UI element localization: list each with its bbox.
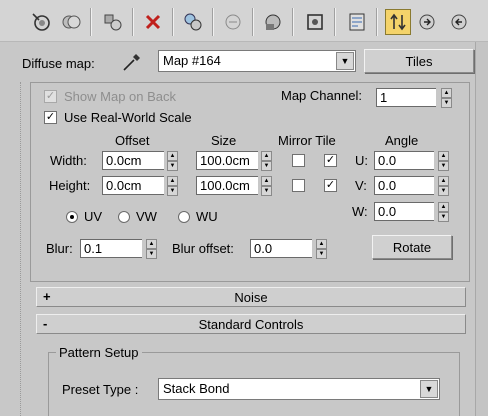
noise-rollout[interactable]: + Noise xyxy=(36,287,466,307)
w-angle-spinner[interactable]: ▲ ▼ xyxy=(438,202,449,222)
put-to-scene-button[interactable] xyxy=(58,9,84,35)
preset-type-value: Stack Bond xyxy=(163,381,230,396)
noise-rollout-title: Noise xyxy=(234,290,268,305)
height-size-spinner[interactable]: ▲ ▼ xyxy=(261,176,272,196)
put-to-library-button[interactable] xyxy=(220,9,246,35)
width-label: Width: xyxy=(50,153,87,168)
map-channel-spinner[interactable]: ▲ ▼ xyxy=(441,88,452,108)
real-world-scale-label: Use Real-World Scale xyxy=(64,110,192,125)
material-id-icon xyxy=(265,14,281,30)
map-channel-label: Map Channel: xyxy=(281,88,362,103)
angle-header: Angle xyxy=(385,133,419,148)
show-shaded-button[interactable] xyxy=(302,9,328,35)
blur-offset-field[interactable]: 0.0 xyxy=(250,239,312,258)
chevron-down-icon[interactable]: ▼ xyxy=(420,380,438,398)
tile-v-checkbox[interactable]: ✓ xyxy=(324,179,337,192)
preset-type-label: Preset Type : xyxy=(62,382,139,397)
uv-radio-label: UV xyxy=(84,209,103,224)
tile-u-checkbox[interactable]: ✓ xyxy=(324,154,337,167)
go-sibling-button[interactable] xyxy=(446,9,472,35)
map-name-field[interactable]: Map #164 ▼ xyxy=(158,50,356,72)
mirror-u-checkbox[interactable] xyxy=(292,154,305,167)
make-unique-button[interactable] xyxy=(180,9,206,35)
panel-scrollbar[interactable] xyxy=(475,42,488,416)
v-angle-spinner[interactable]: ▲ ▼ xyxy=(438,176,449,196)
uv-radio[interactable] xyxy=(66,211,78,223)
reset-map-button[interactable] xyxy=(140,9,166,35)
map-channel-field[interactable]: 1 xyxy=(376,88,436,107)
material-editor-toolbar xyxy=(0,0,488,42)
preset-type-dropdown[interactable]: Stack Bond ▼ xyxy=(158,378,440,400)
vw-radio-label: VW xyxy=(136,209,157,224)
pattern-setup-title: Pattern Setup xyxy=(56,345,142,360)
map-name-value: Map #164 xyxy=(163,53,221,68)
blur-offset-spinner[interactable]: ▲ ▼ xyxy=(316,239,327,259)
show-shaded-icon xyxy=(307,14,323,30)
real-world-scale-checkbox[interactable]: ✓ xyxy=(44,111,57,124)
show-map-on-back-label: Show Map on Back xyxy=(64,89,177,104)
w-angle-field[interactable]: 0.0 xyxy=(374,202,434,221)
sample-uv-icon xyxy=(32,13,50,31)
map-type-button[interactable]: Tiles xyxy=(364,49,474,73)
u-angle-field[interactable]: 0.0 xyxy=(374,151,434,170)
height-offset-field[interactable]: 0.0cm xyxy=(102,176,164,195)
v-angle-field[interactable]: 0.0 xyxy=(374,176,434,195)
go-forward-icon xyxy=(419,14,435,30)
blur-offset-label: Blur offset: xyxy=(172,241,234,256)
standard-controls-rollout[interactable]: - Standard Controls xyxy=(36,314,466,334)
show-end-result-icon xyxy=(349,13,365,31)
u-angle-label: U: xyxy=(355,153,368,168)
width-size-spinner[interactable]: ▲ ▼ xyxy=(261,151,272,171)
material-id-button[interactable] xyxy=(260,9,286,35)
assign-to-selection-button[interactable] xyxy=(100,9,126,35)
offset-header: Offset xyxy=(115,133,150,148)
put-to-scene-icon xyxy=(62,15,81,29)
put-to-library-icon xyxy=(225,14,241,30)
go-forward-button[interactable] xyxy=(414,9,440,35)
reset-map-icon xyxy=(145,14,161,30)
go-to-parent-button[interactable] xyxy=(385,9,411,35)
w-angle-label: W: xyxy=(352,204,368,219)
height-label: Height: xyxy=(49,178,91,193)
rotate-button[interactable]: Rotate xyxy=(372,235,452,259)
u-angle-spinner[interactable]: ▲ ▼ xyxy=(438,151,449,171)
wu-radio-label: WU xyxy=(196,209,218,224)
v-angle-label: V: xyxy=(355,178,367,193)
blur-field[interactable]: 0.1 xyxy=(80,239,142,258)
blur-spinner[interactable]: ▲ ▼ xyxy=(146,239,157,259)
size-header: Size xyxy=(211,133,237,148)
mirror-v-checkbox[interactable] xyxy=(292,179,305,192)
eyedropper-icon xyxy=(123,54,140,71)
blur-label: Blur: xyxy=(46,241,73,256)
mirror-tile-header: Mirror Tile xyxy=(278,133,336,148)
height-offset-spinner[interactable]: ▲ ▼ xyxy=(167,176,178,196)
go-to-parent-icon xyxy=(390,13,406,31)
width-offset-spinner[interactable]: ▲ ▼ xyxy=(167,151,178,171)
vw-radio[interactable] xyxy=(118,211,130,223)
assign-to-selection-icon xyxy=(104,14,122,31)
sample-uv-button[interactable] xyxy=(28,9,54,35)
eyedropper-button[interactable] xyxy=(120,50,144,74)
show-end-result-button[interactable] xyxy=(344,9,370,35)
standard-controls-title: Standard Controls xyxy=(198,317,304,332)
go-sibling-icon xyxy=(451,14,467,30)
make-unique-icon xyxy=(184,13,202,31)
chevron-down-icon[interactable]: ▼ xyxy=(336,52,354,70)
width-size-field[interactable]: 100.0cm xyxy=(196,151,258,170)
width-offset-field[interactable]: 0.0cm xyxy=(102,151,164,170)
wu-radio[interactable] xyxy=(178,211,190,223)
height-size-field[interactable]: 100.0cm xyxy=(196,176,258,195)
diffuse-map-label: Diffuse map: xyxy=(22,56,95,71)
show-map-on-back-checkbox[interactable]: ✓ xyxy=(44,90,57,103)
